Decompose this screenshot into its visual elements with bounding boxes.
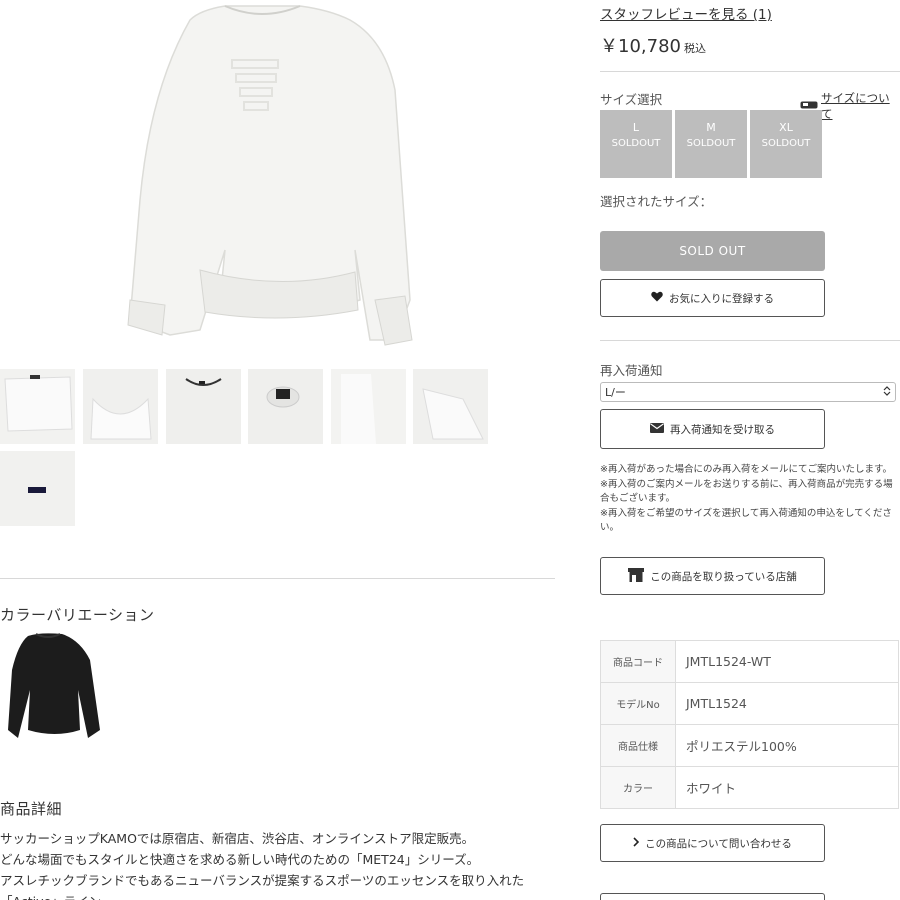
- size-name: M: [706, 121, 716, 134]
- mail-icon: [650, 422, 664, 436]
- price: ￥10,780 税込: [600, 32, 706, 58]
- table-row: 商品コード JMTL1524-WT: [600, 640, 899, 683]
- size-option-m[interactable]: M SOLDOUT: [675, 110, 747, 178]
- thumbnail-2[interactable]: [83, 369, 158, 444]
- details-title: 商品詳細: [0, 800, 63, 818]
- thumbnail-6[interactable]: [413, 369, 488, 444]
- staff-review-link[interactable]: スタッフレビューを見る (1): [600, 3, 772, 23]
- size-status: SOLDOUT: [761, 138, 811, 149]
- thumbnail-3[interactable]: [166, 369, 241, 444]
- size-guide-label: サイズについて: [821, 91, 890, 121]
- price-value: ￥10,780: [600, 36, 681, 57]
- size-status: SOLDOUT: [611, 138, 661, 149]
- spec-key: カラー: [600, 766, 676, 809]
- spec-value: JMTL1524-WT: [675, 640, 899, 683]
- spec-key: 商品コード: [600, 640, 676, 683]
- variation-title: カラーバリエーション: [0, 606, 155, 624]
- restock-size-select[interactable]: L/ー: [600, 382, 896, 402]
- details-line: どんな場面でもスタイルと快適さを求める新しい時代のための「MET24」シリーズ。: [0, 852, 480, 867]
- section-divider: [0, 578, 555, 579]
- table-row: モデルNo JMTL1524: [600, 682, 899, 725]
- details-text: サッカーショップKAMOでは原宿店、新宿店、渋谷店、オンラインストア限定販売。 …: [0, 828, 555, 900]
- divider: [600, 340, 900, 341]
- table-row: カラー ホワイト: [600, 766, 899, 809]
- spec-key: モデルNo: [600, 682, 676, 725]
- main-product-image[interactable]: [0, 0, 555, 360]
- contact-label: この商品について問い合わせる: [645, 837, 792, 850]
- size-name: L: [632, 121, 640, 134]
- size-name: XL: [779, 121, 793, 134]
- spec-key: 商品仕様: [600, 724, 676, 767]
- restock-select-value: L/ー: [605, 386, 626, 399]
- store-icon: [628, 567, 645, 585]
- tax-label: 税込: [683, 42, 706, 55]
- restock-notify-button[interactable]: 再入荷通知を受け取る: [600, 409, 825, 449]
- favorite-label: お気に入りに登録する: [669, 292, 774, 305]
- selected-size-label: 選択されたサイズ：: [600, 194, 713, 209]
- note-item: ※再入荷があった場合にのみ再入荷をメールにてご案内いたします。: [600, 464, 893, 475]
- thumbnail-5[interactable]: [331, 369, 406, 444]
- size-option-l[interactable]: L SOLDOUT: [600, 110, 672, 178]
- contact-button[interactable]: この商品について問い合わせる: [600, 824, 825, 862]
- details-line: サッカーショップKAMOでは原宿店、新宿店、渋谷店、オンラインストア限定販売。: [0, 831, 475, 846]
- note-item: ※再入荷をご希望のサイズを選択して再入荷通知の申込をしてください。: [600, 507, 892, 534]
- details-line: 「Active」ライン: [0, 891, 555, 900]
- spec-value: JMTL1524: [675, 682, 899, 725]
- spec-table: 商品コード JMTL1524-WT モデルNo JMTL1524 商品仕様 ポリ…: [600, 640, 899, 809]
- details-line: アスレチックブランドでもあるニューバランスが提案するスポーツのエッセンスを取り入…: [0, 873, 525, 888]
- favorite-button[interactable]: お気に入りに登録する: [600, 279, 825, 317]
- color-variation-black[interactable]: [0, 630, 105, 745]
- thumbnail-1[interactable]: [0, 369, 75, 444]
- size-select-label: サイズ選択: [600, 92, 663, 107]
- divider: [600, 71, 900, 72]
- chevron-right-icon: [633, 836, 640, 850]
- restock-notes: ※再入荷があった場合にのみ再入荷をメールにてご案内いたします。 ※再入荷のご案内…: [600, 463, 896, 536]
- select-arrows-icon: [883, 385, 891, 399]
- sold-out-button[interactable]: SOLD OUT: [600, 231, 825, 271]
- table-row: 商品仕様 ポリエステル100%: [600, 724, 899, 767]
- thumbnail-4[interactable]: [248, 369, 323, 444]
- size-status: SOLDOUT: [686, 138, 736, 149]
- heart-icon: [651, 291, 663, 305]
- spec-value: ホワイト: [675, 766, 899, 809]
- stores-label: この商品を取り扱っている店舗: [650, 570, 797, 583]
- restock-notify-label: 再入荷通知を受け取る: [670, 423, 775, 436]
- stores-button[interactable]: この商品を取り扱っている店舗: [600, 557, 825, 595]
- next-button-partial[interactable]: [600, 893, 825, 900]
- restock-label: 再入荷通知: [600, 363, 663, 378]
- thumbnail-7[interactable]: [0, 451, 75, 526]
- size-option-xl[interactable]: XL SOLDOUT: [750, 110, 822, 178]
- spec-value: ポリエステル100%: [675, 724, 899, 767]
- note-item: ※再入荷のご案内メールをお送りする前に、再入荷商品が完売する場合もございます。: [600, 478, 893, 505]
